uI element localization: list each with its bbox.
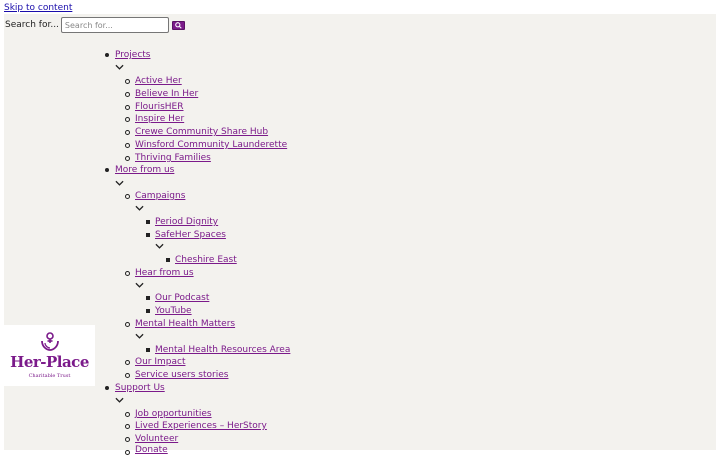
search-icon	[175, 21, 182, 29]
nav-link-our-podcast[interactable]: Our Podcast	[155, 292, 209, 304]
list-bullet	[125, 412, 130, 417]
nav-link-mental-health-matters[interactable]: Mental Health Matters	[135, 318, 235, 330]
nav-link-believe-in-her[interactable]: Believe In Her	[135, 88, 198, 100]
nav-link-crewe-share-hub[interactable]: Crewe Community Share Hub	[135, 126, 268, 138]
list-bullet	[125, 373, 130, 378]
nav-link-mental-health-resources[interactable]: Mental Health Resources Area	[155, 344, 290, 356]
list-bullet	[125, 437, 130, 442]
nav-link-service-users-stories[interactable]: Service users stories	[135, 369, 228, 381]
search-input[interactable]	[60, 17, 169, 33]
search-form: Search for...	[5, 17, 185, 33]
list-bullet	[125, 322, 130, 327]
nav-link-cheshire-east[interactable]: Cheshire East	[175, 254, 237, 266]
list-bullet	[125, 424, 130, 429]
nav-link-inspire-her[interactable]: Inspire Her	[135, 113, 184, 125]
list-bullet	[125, 271, 130, 276]
list-bullet	[105, 386, 109, 390]
list-bullet	[105, 168, 109, 172]
nav-link-period-dignity[interactable]: Period Dignity	[155, 216, 218, 228]
nav-link-hear-from-us[interactable]: Hear from us	[135, 267, 194, 279]
chevron-down-icon[interactable]	[115, 180, 124, 187]
nav-link-flourisher[interactable]: FlourisHER	[135, 101, 184, 113]
site-logo[interactable]: Her-Place Charitable Trust	[4, 325, 95, 386]
nav-link-campaigns[interactable]: Campaigns	[135, 190, 185, 202]
chevron-down-icon[interactable]	[135, 282, 144, 289]
skip-to-content-link[interactable]: Skip to content	[4, 3, 72, 13]
page-background	[4, 14, 716, 450]
chevron-down-icon[interactable]	[135, 205, 144, 212]
logo-wordmark: Her-Place	[10, 353, 89, 371]
list-bullet	[146, 233, 150, 237]
nav-link-projects[interactable]: Projects	[115, 49, 150, 61]
nav-link-thriving-families[interactable]: Thriving Families	[135, 152, 211, 164]
search-label: Search for...	[5, 20, 59, 30]
list-bullet	[125, 105, 130, 110]
chevron-down-icon[interactable]	[115, 397, 124, 404]
list-bullet	[125, 143, 130, 148]
logo-tagline: Charitable Trust	[28, 373, 71, 379]
list-bullet	[125, 156, 130, 161]
her-place-logo-icon	[41, 332, 59, 351]
list-bullet	[125, 130, 130, 135]
nav-link-safeher-spaces[interactable]: SafeHer Spaces	[155, 229, 226, 241]
nav-link-active-her[interactable]: Active Her	[135, 75, 182, 87]
list-bullet	[166, 258, 170, 262]
chevron-down-icon[interactable]	[155, 243, 164, 250]
list-bullet	[125, 194, 130, 199]
nav-link-more-from-us[interactable]: More from us	[115, 164, 174, 176]
nav-link-lived-experiences[interactable]: Lived Experiences – HerStory	[135, 420, 267, 432]
nav-link-winsford-launderette[interactable]: Winsford Community Launderette	[135, 139, 287, 151]
list-bullet	[105, 53, 109, 57]
nav-link-youtube[interactable]: YouTube	[155, 305, 192, 317]
list-bullet	[146, 348, 150, 352]
list-bullet	[146, 220, 150, 224]
list-bullet	[125, 92, 130, 97]
list-bullet	[125, 117, 130, 122]
chevron-down-icon[interactable]	[115, 64, 124, 71]
list-bullet	[125, 79, 130, 84]
list-bullet	[146, 296, 150, 300]
list-bullet	[146, 309, 150, 313]
nav-link-our-impact[interactable]: Our Impact	[135, 356, 185, 368]
nav-link-support-us[interactable]: Support Us	[115, 382, 165, 394]
list-bullet	[125, 360, 130, 365]
chevron-down-icon[interactable]	[135, 333, 144, 340]
list-bullet	[125, 450, 130, 455]
nav-link-job-opportunities[interactable]: Job opportunities	[135, 408, 212, 420]
nav-link-donate[interactable]: Donate	[135, 444, 168, 456]
search-button[interactable]	[171, 20, 185, 30]
